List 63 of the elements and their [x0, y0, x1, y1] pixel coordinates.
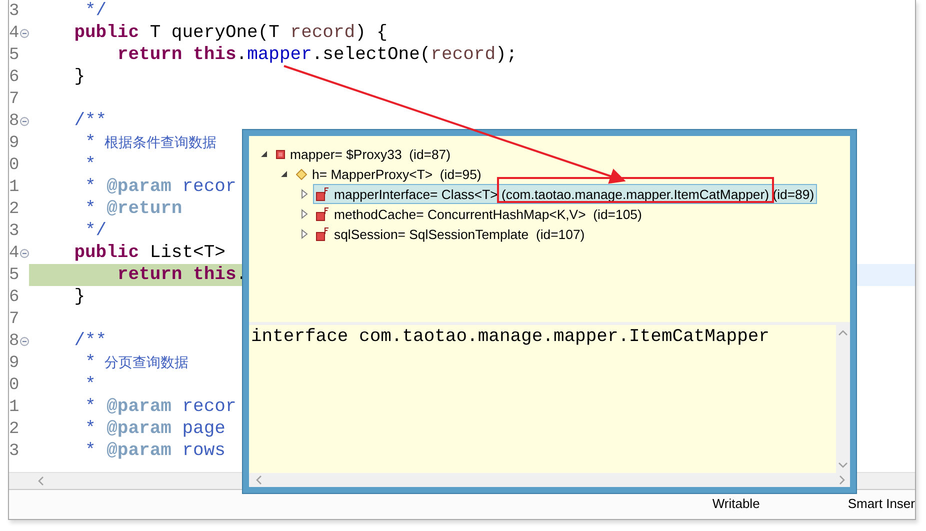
- code-line: */: [84, 0, 107, 22]
- line-number: 2: [9, 420, 20, 438]
- scroll-left-icon[interactable]: [255, 475, 263, 485]
- variable-tree-item[interactable]: h= MapperProxy<T> (id=95): [293, 164, 484, 184]
- collapse-icon[interactable]: [20, 248, 29, 258]
- expanded-triangle-icon: [280, 170, 288, 178]
- code-line: *: [84, 374, 96, 396]
- variable-tree-item[interactable]: mapperInterface= Class<T> (com.taotao.manage.mapper.ItemCatMapper) (id=89): [313, 184, 818, 204]
- code-line: /**: [73, 330, 107, 352]
- variable-tree-item[interactable]: sqlSession= SqlSessionTemplate (id=107): [313, 224, 588, 244]
- code-line: *: [84, 154, 96, 176]
- scroll-down-icon[interactable]: [838, 462, 848, 469]
- line-number: 3: [9, 222, 20, 240]
- status-text: Writable: [712, 496, 760, 511]
- code-line: return this.mapper.selectOne(record);: [116, 44, 518, 66]
- diamond-icon: [296, 168, 307, 180]
- code-line: * 根据条件查询数据: [84, 132, 217, 154]
- line-number: 1: [9, 398, 20, 416]
- final-field-icon: [316, 207, 329, 221]
- collapse-icon[interactable]: [20, 336, 29, 346]
- line-number: 5: [9, 266, 20, 284]
- line-number: 9: [9, 134, 20, 152]
- detail-text: interface com.taotao.manage.mapper.ItemCatMapper: [249, 325, 836, 473]
- collapse-icon[interactable]: [20, 116, 29, 126]
- code-line: public List<T>: [73, 242, 226, 264]
- code-line: }: [73, 286, 86, 308]
- field-icon: [276, 150, 285, 158]
- line-number: 0: [9, 376, 20, 394]
- scroll-up-icon[interactable]: [838, 329, 848, 336]
- line-number: 3: [9, 442, 20, 460]
- line-number: 8: [9, 332, 20, 350]
- line-number: 2: [9, 200, 20, 218]
- code-line: }: [73, 66, 86, 88]
- line-number: 5: [9, 46, 20, 64]
- code-line: * @param page: [84, 418, 226, 440]
- line-number: 7: [9, 310, 20, 328]
- line-number: 0: [9, 156, 20, 174]
- code-line: * @return: [84, 198, 182, 220]
- line-number: 7: [9, 90, 20, 108]
- variable-tree-item[interactable]: methodCache= ConcurrentHashMap<K,V> (id=105): [313, 204, 645, 224]
- code-line: * 分页查询数据: [84, 352, 189, 374]
- line-number: 4: [9, 244, 20, 262]
- variable-tree-item[interactable]: mapper= $Proxy33 (id=87): [273, 144, 454, 164]
- final-field-icon: [316, 187, 329, 201]
- line-number: 4: [9, 24, 20, 42]
- line-number: 1: [9, 178, 20, 196]
- code-line: * @param recor: [84, 176, 236, 198]
- line-number: 9: [9, 354, 20, 372]
- line-number: 6: [9, 288, 20, 306]
- scroll-right-icon[interactable]: [838, 475, 846, 485]
- line-number: 3: [9, 2, 20, 20]
- code-line: */: [84, 220, 107, 242]
- status-text: Smart Inser: [848, 496, 915, 511]
- collapse-icon[interactable]: [20, 28, 29, 38]
- line-number: 6: [9, 68, 20, 86]
- final-field-icon: [316, 227, 329, 241]
- line-number: 8: [9, 112, 20, 130]
- scroll-left-icon[interactable]: [37, 476, 45, 486]
- code-line: public T queryOne(T record) {: [73, 22, 388, 44]
- code-line: * @param recor: [84, 396, 236, 418]
- code-line: /**: [73, 110, 107, 132]
- code-line: * @param rows: [84, 440, 226, 462]
- expanded-triangle-icon: [260, 150, 268, 158]
